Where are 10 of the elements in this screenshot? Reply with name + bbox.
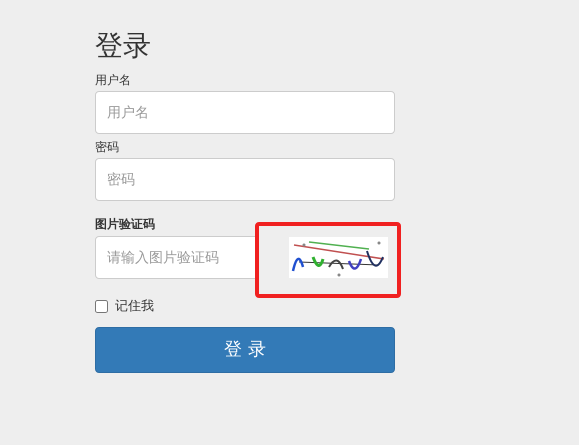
remember-checkbox[interactable] <box>95 300 108 314</box>
password-field[interactable]: 密码 <box>95 158 395 201</box>
login-button[interactable]: 登 录 <box>95 326 395 372</box>
page-title: 登录 <box>95 28 152 64</box>
field-label: 用户名 <box>95 72 131 88</box>
checkbox-label: 记住我 <box>115 298 154 316</box>
username-field[interactable]: 用户名 <box>95 91 395 134</box>
field-label: 图片验证码 <box>95 216 155 232</box>
captcha-field[interactable]: 请输入图片验证码 <box>95 236 257 279</box>
field-label: 密码 <box>95 139 119 155</box>
